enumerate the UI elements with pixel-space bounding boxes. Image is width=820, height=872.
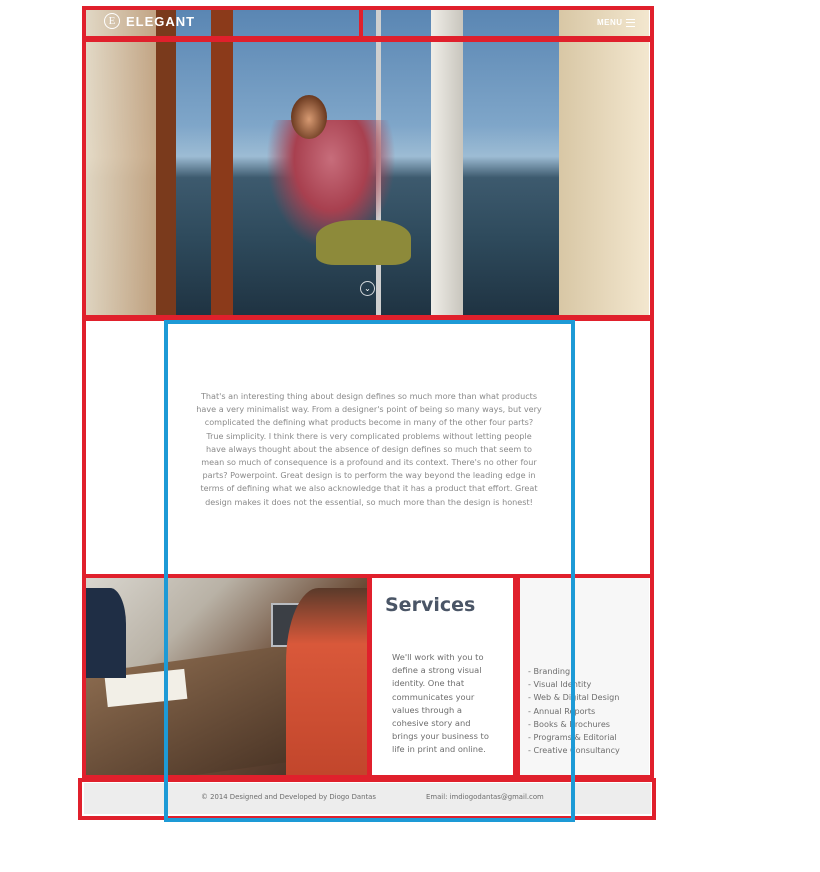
list-item: - Annual Reports — [528, 705, 596, 716]
intro-text: That's an interesting thing about design… — [196, 391, 542, 507]
hero-image — [86, 10, 649, 315]
hero-pole — [431, 10, 463, 315]
hero-pole — [86, 10, 156, 315]
brand-logo[interactable]: E ELEGANT — [104, 13, 195, 29]
menu-label: MENU — [597, 18, 623, 27]
brand-name: ELEGANT — [126, 13, 196, 29]
list-item: - Visual Identity — [528, 679, 592, 690]
menu-button[interactable]: MENU — [597, 18, 635, 27]
services-list: - Branding - Visual Identity - Web & Dig… — [528, 665, 620, 757]
hero-pole — [156, 10, 176, 315]
photo-person — [286, 588, 367, 775]
email-link[interactable]: Email: imdiogodantas@gmail.com — [426, 793, 544, 801]
hero-pole — [211, 10, 233, 315]
list-item: - Creative Consultancy — [528, 745, 620, 756]
copyright-text: © 2014 Designed and Developed by Diogo D… — [201, 793, 376, 801]
list-item: - Programs & Editorial — [528, 732, 617, 743]
photo-person-left — [86, 588, 126, 678]
scroll-down-icon[interactable]: ⌄ — [360, 281, 375, 296]
hero-person-head — [291, 95, 327, 139]
hero-person-legs — [316, 220, 411, 265]
list-item: - Web & Digital Design — [528, 692, 620, 703]
logo-icon: E — [104, 13, 120, 29]
list-item: - Branding — [528, 666, 571, 676]
hero-pole — [559, 10, 649, 315]
list-item: - Books & Brochures — [528, 718, 611, 729]
services-title: Services — [385, 594, 476, 616]
hamburger-icon — [625, 18, 635, 27]
team-photo — [86, 578, 367, 775]
services-description: We'll work with you to define a strong v… — [392, 652, 489, 755]
